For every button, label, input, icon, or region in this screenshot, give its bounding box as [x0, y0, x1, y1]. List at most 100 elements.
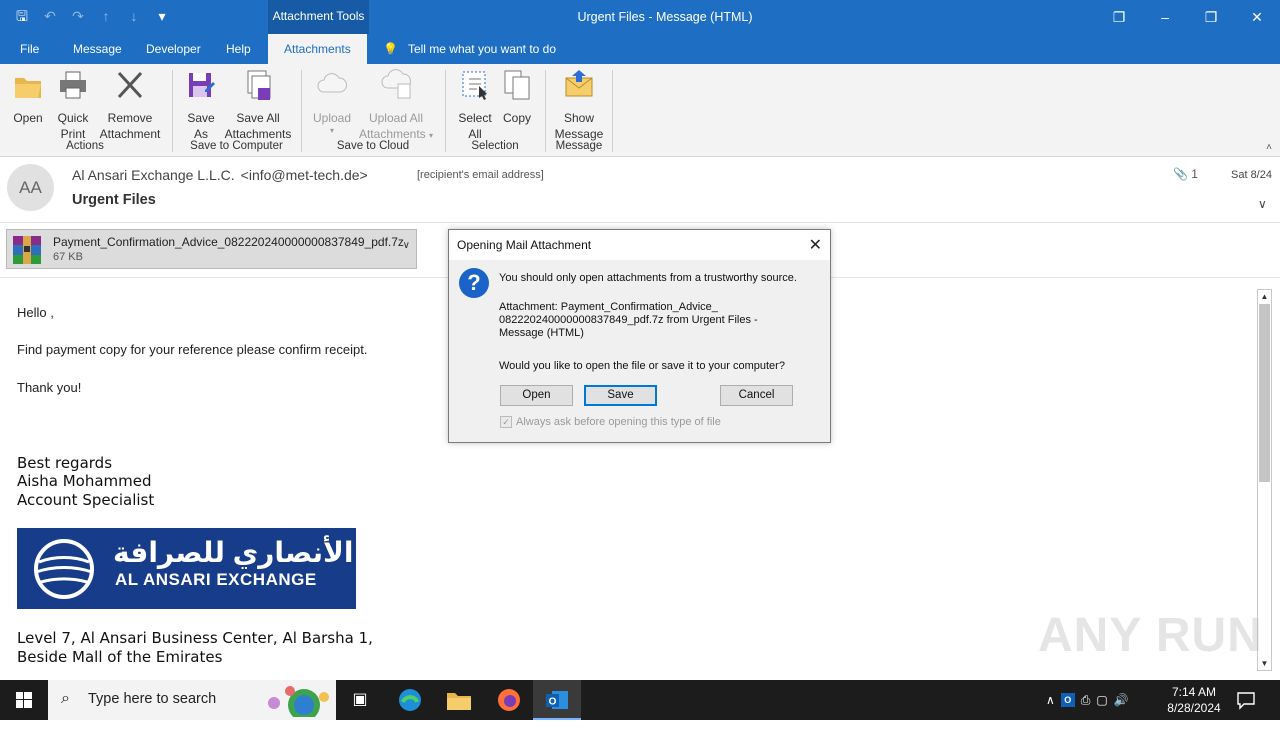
group-label-actions: Actions — [66, 140, 104, 152]
sender[interactable]: Al Ansari Exchange L.L.C. <info@met-tech.… — [72, 167, 368, 183]
group-label-selection: Selection — [471, 140, 519, 152]
tab-file[interactable]: File — [20, 34, 39, 64]
tab-message[interactable]: Message — [73, 34, 122, 64]
task-view-icon[interactable]: ▣ — [336, 680, 384, 720]
close-icon[interactable]: ✕ — [809, 235, 822, 255]
outlook-logo-icon: O — [546, 691, 568, 709]
address-line: Beside Mall of the Emirates — [17, 648, 223, 666]
ribbon-tabs: File Message Developer Help Attachments … — [0, 34, 1280, 64]
collapse-ribbon-icon[interactable]: ˄ — [1266, 142, 1272, 153]
taskbar: ⌕ Type here to search ▣ O ∧ O ⎙ ▢ 🔊 7:14… — [0, 680, 1280, 720]
group-label-save-to-cloud: Save to Cloud — [336, 140, 410, 152]
remove-x-icon — [117, 71, 143, 99]
lightbulb-icon: 💡 — [383, 42, 398, 56]
volume-icon[interactable]: 🔊 — [1114, 693, 1129, 707]
minimize-button[interactable]: – — [1142, 0, 1188, 34]
remove-attachment-button[interactable]: Remove Attachment — [96, 68, 164, 142]
dialog-title: Opening Mail Attachment — [449, 230, 830, 260]
next-item-icon[interactable]: ↓ — [126, 7, 142, 25]
clock[interactable]: 7:14 AM 8/28/2024 — [1162, 684, 1226, 716]
signature-title: Account Specialist — [17, 491, 155, 509]
upload-all-attachments-button[interactable]: Upload All Attachments ▾ — [354, 68, 438, 144]
always-ask-checkbox[interactable]: ✓ Always ask before opening this type of… — [500, 416, 721, 428]
select-all-button[interactable]: Select All — [456, 68, 494, 142]
attachment-item[interactable]: Payment_Confirmation_Advice_082220240000… — [6, 229, 417, 269]
windows-logo-icon — [16, 692, 32, 708]
signature-name: Aisha Mohammed — [17, 472, 152, 490]
attachment-tools-context-tab: Attachment Tools — [268, 0, 369, 34]
firefox-icon[interactable] — [485, 680, 533, 720]
printer-icon — [60, 71, 86, 99]
clock-time: 7:14 AM — [1171, 685, 1217, 699]
open-button[interactable]: Open — [10, 68, 46, 126]
cancel-button[interactable]: Cancel — [720, 385, 793, 406]
ribbon-display-options-icon[interactable]: ❐ — [1096, 0, 1142, 34]
start-button[interactable] — [0, 680, 48, 720]
notification-icon[interactable] — [1236, 690, 1256, 710]
message-header: AA Al Ansari Exchange L.L.C. <info@met-te… — [0, 157, 1280, 223]
save-as-button[interactable]: Save As — [184, 68, 218, 142]
copy-button[interactable]: Copy — [500, 68, 534, 126]
window-controls: ❐ – ❐ ✕ — [1096, 0, 1280, 34]
recipient[interactable]: [recipient's email address] — [417, 169, 544, 181]
chevron-down-icon[interactable]: ∨ — [1258, 197, 1267, 211]
attachment-name: Payment_Confirmation_Advice_082220240000… — [53, 235, 404, 249]
checkmark-icon: ✓ — [500, 416, 512, 428]
logo-english-text: AL ANSARI EXCHANGE — [115, 570, 317, 589]
show-message-button[interactable]: Show Message — [552, 68, 606, 142]
taskbar-search[interactable]: ⌕ Type here to search — [48, 680, 336, 720]
close-button[interactable]: ✕ — [1234, 0, 1280, 34]
quick-print-button[interactable]: Quick Print — [54, 68, 92, 142]
edge-logo-icon — [399, 689, 421, 711]
chevron-down-icon: ▾ — [329, 126, 334, 135]
show-hidden-icons-icon[interactable]: ∧ — [1046, 693, 1055, 707]
tab-attachments[interactable]: Attachments — [268, 34, 367, 64]
file-explorer-icon[interactable] — [435, 680, 483, 720]
paperclip-icon: 📎 — [1173, 167, 1188, 181]
customize-qat-icon[interactable]: ▾ — [154, 7, 170, 25]
undo-icon[interactable]: ↶ — [42, 7, 58, 25]
outlook-tray-icon[interactable]: O — [1060, 693, 1075, 707]
device-icon[interactable]: ⎙ — [1081, 693, 1091, 708]
save-all-attachments-button[interactable]: Save All Attachments — [222, 68, 294, 142]
tell-me-search[interactable]: 💡 Tell me what you want to do — [383, 34, 556, 64]
dialog-warning: You should only open attachments from a … — [499, 272, 797, 284]
cloud-upload-icon — [317, 73, 347, 93]
previous-item-icon[interactable]: ↑ — [98, 7, 114, 25]
svg-text:O: O — [549, 697, 557, 708]
subject: Urgent Files — [72, 192, 156, 208]
body-thanks: Thank you! — [17, 380, 82, 395]
scroll-up-arrow-icon[interactable]: ▲ — [1258, 290, 1271, 303]
open-button[interactable]: Open — [500, 385, 573, 406]
dialog-attachment-line: Attachment: Payment_Confirmation_Advice_ — [499, 301, 718, 313]
tab-developer[interactable]: Developer — [146, 34, 201, 64]
search-placeholder: Type here to search — [88, 691, 217, 707]
folder-open-icon — [15, 78, 41, 98]
title-bar: 🖫 ↶ ↷ ↑ ↓ ▾ Attachment Tools Urgent File… — [0, 0, 1280, 34]
firefox-logo-icon — [498, 689, 520, 711]
upload-button[interactable]: Upload ▾ — [310, 68, 354, 136]
network-icon[interactable]: ▢ — [1096, 693, 1107, 707]
edge-browser-icon[interactable] — [386, 680, 434, 720]
sender-name: Al Ansari Exchange L.L.C. — [72, 167, 235, 183]
message-date: Sat 8/24 — [1231, 169, 1272, 181]
watermark: ANY RUN — [1038, 609, 1263, 662]
address-line: Level 7, Al Ansari Business Center, Al B… — [17, 629, 373, 647]
group-label-save-to-computer: Save to Computer — [190, 140, 283, 152]
tab-help[interactable]: Help — [226, 34, 251, 64]
save-all-icon — [247, 70, 271, 100]
system-tray: ∧ O ⎙ ▢ 🔊 — [1046, 680, 1129, 720]
save-disk-icon — [189, 73, 215, 97]
scroll-thumb[interactable] — [1259, 304, 1270, 482]
outlook-icon[interactable]: O — [533, 680, 581, 720]
restore-button[interactable]: ❐ — [1188, 0, 1234, 34]
save-icon[interactable]: 🖫 — [14, 7, 30, 25]
search-highlight-icon — [268, 686, 329, 717]
search-icon: ⌕ — [61, 690, 70, 707]
chevron-down-icon[interactable]: ∨ — [403, 240, 410, 251]
company-logo: الأنصاري للصرافة AL ANSARI EXCHANGE — [17, 528, 356, 609]
cloud-upload-all-icon — [381, 69, 411, 99]
save-button[interactable]: Save — [584, 385, 657, 406]
redo-icon[interactable]: ↷ — [70, 7, 86, 25]
chevron-down-icon: ▾ — [429, 131, 434, 140]
